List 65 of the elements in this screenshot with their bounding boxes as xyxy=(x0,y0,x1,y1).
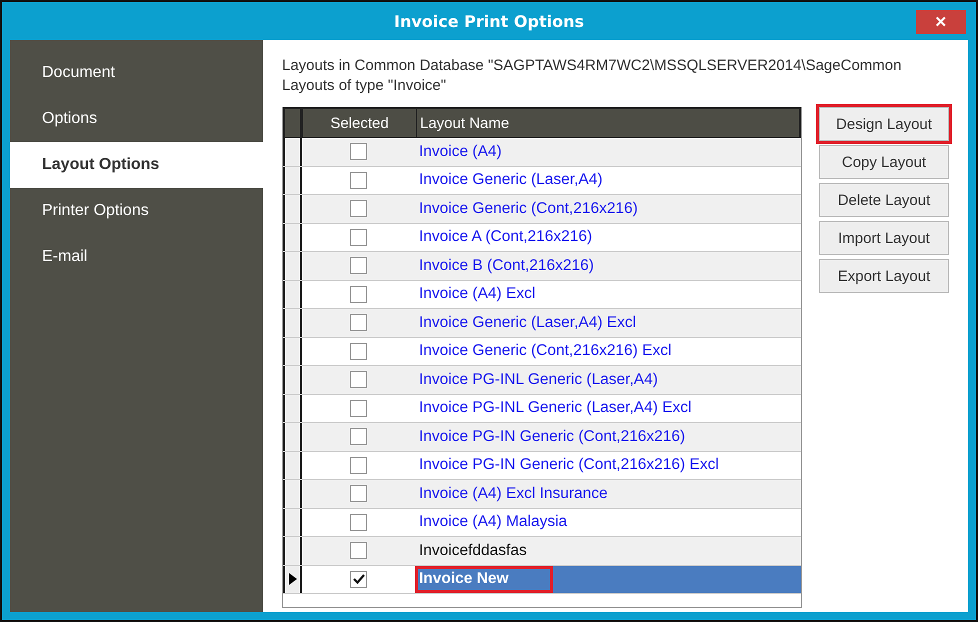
layout-name: Invoice New xyxy=(415,566,553,593)
checkbox[interactable] xyxy=(350,400,367,417)
checkbox[interactable] xyxy=(350,428,367,446)
table-row[interactable]: Invoice B (Cont,216x216) xyxy=(283,252,801,280)
info-text: Layouts in Common Database "SAGPTAWS4RM7WC2\MSSQLSERVER2014\SageCommon xyxy=(282,56,902,76)
layout-button[interactable]: Design Layout xyxy=(819,107,949,141)
layout-link[interactable]: Invoice (A4) Malaysia xyxy=(419,508,568,536)
sidebar-item[interactable]: Layout Options xyxy=(10,142,263,188)
layout-link[interactable]: Invoice Generic (Laser,A4) xyxy=(419,166,603,194)
checkbox[interactable] xyxy=(350,456,367,474)
checkbox[interactable] xyxy=(350,143,367,160)
layout-button[interactable]: Export Layout xyxy=(819,259,949,293)
table-row[interactable]: Invoice PG-INL Generic (Laser,A4) Excl xyxy=(283,394,801,423)
checkbox[interactable] xyxy=(350,514,367,531)
layout-button[interactable]: Import Layout xyxy=(819,221,949,255)
table-row[interactable]: Invoice A (Cont,216x216) xyxy=(283,224,801,252)
table-row[interactable]: Invoice PG-IN Generic (Cont,216x216) xyxy=(283,423,801,452)
checkbox[interactable] xyxy=(350,172,367,189)
layout-link[interactable]: Invoice (A4) Excl Insurance xyxy=(419,480,608,508)
table-row[interactable]: Invoice PG-INL Generic (Laser,A4) xyxy=(283,366,801,394)
table-row[interactable]: Invoice Generic (Cont,216x216) xyxy=(283,195,801,224)
layout-name: Invoicefddasfas xyxy=(419,540,527,561)
table-row[interactable]: Invoice (A4) Malaysia xyxy=(283,508,801,537)
layout-link[interactable]: Invoice PG-INL Generic (Laser,A4) Excl xyxy=(419,394,692,422)
sidebar-item[interactable]: Document xyxy=(10,50,263,96)
layout-button[interactable]: Delete Layout xyxy=(819,183,949,217)
layout-link[interactable]: Invoice Generic (Cont,216x216) xyxy=(419,195,638,222)
layout-button[interactable]: Copy Layout xyxy=(819,145,949,179)
checkbox[interactable] xyxy=(350,257,367,274)
sidebar-item[interactable]: Printer Options xyxy=(10,188,263,234)
column-header: Selected xyxy=(302,109,416,137)
table-row[interactable]: Invoice Generic (Cont,216x216) Excl xyxy=(283,338,801,366)
layout-link[interactable]: Invoice Generic (Cont,216x216) Excl xyxy=(419,338,672,365)
layout-link[interactable]: Invoice B (Cont,216x216) xyxy=(419,252,594,280)
sidebar-item[interactable]: Options xyxy=(10,96,263,142)
checkbox[interactable] xyxy=(350,228,367,246)
row-pointer-icon xyxy=(288,573,296,586)
table-row[interactable]: Invoice Generic (Laser,A4) xyxy=(283,166,801,195)
layout-link[interactable]: Invoice PG-IN Generic (Cont,216x216) xyxy=(419,423,686,450)
checkbox[interactable] xyxy=(350,200,367,218)
checkbox[interactable] xyxy=(350,485,367,502)
checkbox[interactable] xyxy=(350,542,367,560)
close-button[interactable]: ✕ xyxy=(916,10,966,34)
layout-link[interactable]: Invoice Generic (Laser,A4) Excl xyxy=(419,309,636,336)
info-text: Layouts of type "Invoice" xyxy=(282,76,448,96)
checkbox[interactable] xyxy=(350,371,367,388)
table-row[interactable]: Invoice (A4) Excl xyxy=(283,280,801,309)
layout-link[interactable]: Invoice PG-IN Generic (Cont,216x216) Excl xyxy=(419,452,719,479)
column-header: Layout Name xyxy=(416,109,799,137)
table-row[interactable]: Invoice (A4) xyxy=(283,138,801,166)
sidebar-item[interactable]: E-mail xyxy=(10,234,263,280)
layout-link[interactable]: Invoice PG-INL Generic (Laser,A4) xyxy=(419,366,658,394)
table-row[interactable]: Invoice Generic (Laser,A4) Excl xyxy=(283,309,801,338)
layout-link[interactable]: Invoice (A4) xyxy=(419,138,502,166)
table-row[interactable]: Invoicefddasfas xyxy=(283,537,801,566)
table-row[interactable]: Invoice (A4) Excl Insurance xyxy=(283,480,801,508)
window-title: Invoice Print Options xyxy=(394,12,584,30)
checkbox[interactable] xyxy=(350,314,367,332)
checkbox[interactable] xyxy=(350,570,367,588)
checkbox[interactable] xyxy=(350,342,367,360)
layout-link[interactable]: Invoice A (Cont,216x216) xyxy=(419,224,592,251)
layout-link[interactable]: Invoice (A4) Excl xyxy=(419,280,536,308)
table-row[interactable]: Invoice PG-IN Generic (Cont,216x216) Excl xyxy=(283,452,801,480)
checkbox[interactable] xyxy=(350,286,367,303)
table-row[interactable]: Invoice New xyxy=(283,566,801,594)
